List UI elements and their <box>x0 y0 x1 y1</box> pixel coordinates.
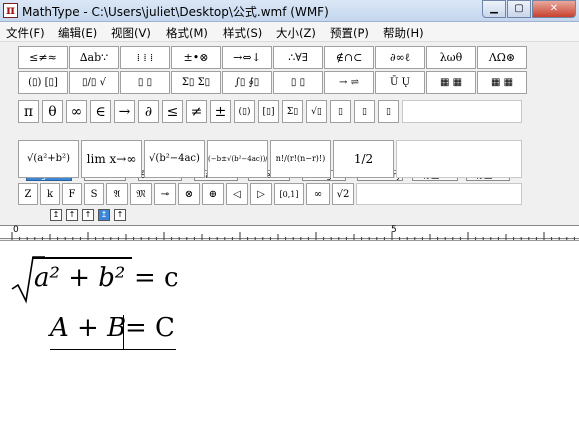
ruler[interactable]: 0 5 <box>0 225 579 240</box>
menu-view[interactable]: 视图(V) <box>111 25 151 41</box>
fraktur-k-button[interactable]: k <box>40 183 60 205</box>
equation-editor-area[interactable]: a² + b² = c A + B = C <box>0 240 579 436</box>
arrow-symbols-palette[interactable]: →⇔↓ <box>222 46 272 69</box>
ruler-label-5: 5 <box>391 225 397 235</box>
equation-1-radicand: a² + b² <box>34 263 126 293</box>
expression-one-half[interactable]: 1/2 <box>333 140 394 178</box>
window-title: MathType - C:\Users\juliet\Desktop\公式.wm… <box>22 5 329 19</box>
ruler-ticks <box>11 232 575 240</box>
right-arrow-button[interactable]: → <box>114 100 135 123</box>
title-bar: π MathType - C:\Users\juliet\Desktop\公式.… <box>0 0 579 22</box>
sqrt-two-button[interactable]: √2 <box>332 183 354 205</box>
infinity-button[interactable]: ∞ <box>66 100 87 123</box>
less-equal-button[interactable]: ≤ <box>162 100 183 123</box>
tab-stop-decimal-button[interactable]: ↑ <box>114 209 126 221</box>
greek-lowercase-palette[interactable]: λωθ <box>426 46 476 69</box>
parentheses-template-button[interactable]: (▯) <box>234 100 255 123</box>
equation-2-rhs: = C <box>125 313 175 343</box>
element-of-button[interactable]: ∈ <box>90 100 111 123</box>
radical-overbar <box>32 257 132 259</box>
text-cursor <box>123 315 124 349</box>
menu-bar: 文件(F) 编辑(E) 视图(V) 格式(M) 样式(S) 大小(Z) 预置(P… <box>0 22 579 42</box>
maximize-button[interactable]: ▢ <box>507 0 531 18</box>
summation-template-button[interactable]: Σ▯ <box>282 100 303 123</box>
fraktur-m-button[interactable]: 𝔐 <box>130 183 152 205</box>
greek-uppercase-palette[interactable]: ΛΩ⊛ <box>477 46 527 69</box>
expression-combination[interactable]: n!/(r!(n−r)!) <box>270 140 331 178</box>
row3-empty-slots <box>402 100 522 123</box>
superscript-template-button[interactable]: ▯ <box>330 100 351 123</box>
expression-limit[interactable]: lim x→∞ <box>81 140 142 178</box>
radical-template-button[interactable]: √▯ <box>306 100 327 123</box>
script-s-button[interactable]: S <box>84 183 104 205</box>
ruler-label-0: 0 <box>13 225 19 235</box>
minimize-button[interactable]: ▁ <box>482 0 506 18</box>
misc-symbols-palette[interactable]: ∂∞ℓ <box>375 46 425 69</box>
subscript-superscript-templates-palette[interactable]: ▯ ▯ <box>120 71 170 94</box>
underbar-overbar-templates-palette[interactable]: ▯ ▯ <box>273 71 323 94</box>
circled-plus-button[interactable]: ⊕ <box>202 183 224 205</box>
relational-symbols-palette[interactable]: ≤≠≈ <box>18 46 68 69</box>
matrix-templates-palette[interactable]: ▦ ▦ <box>426 71 476 94</box>
equation-2: A + B = C <box>50 309 180 353</box>
expression-quadratic-formula[interactable]: (−b±√(b²−4ac))/2a <box>207 140 268 178</box>
expression-pythagorean[interactable]: √(a²+b²) <box>18 140 79 178</box>
fraktur-a-button[interactable]: 𝔄 <box>106 183 128 205</box>
operator-symbols-palette[interactable]: ±•⊗ <box>171 46 221 69</box>
menu-format[interactable]: 格式(M) <box>166 25 208 41</box>
labeled-arrow-templates-palette[interactable]: → ⇌ <box>324 71 374 94</box>
subscript-template-button[interactable]: ▯ <box>354 100 375 123</box>
fraction-radical-templates-palette[interactable]: ▯/▯ √ <box>69 71 119 94</box>
menu-style[interactable]: 样式(S) <box>223 25 262 41</box>
plus-minus-button[interactable]: ± <box>210 100 231 123</box>
multimap-button[interactable]: ⊸ <box>154 183 176 205</box>
tab-stop-right-button[interactable]: ↑ <box>82 209 94 221</box>
row5-empty-slots <box>356 183 522 205</box>
row4-empty-slots <box>396 140 522 178</box>
equation-2-lhs: A + B <box>50 313 127 343</box>
left-triangle-button[interactable]: ◁ <box>226 183 248 205</box>
sub-superscript-template-button[interactable]: ▯ <box>378 100 399 123</box>
not-equal-button[interactable]: ≠ <box>186 100 207 123</box>
circled-times-button[interactable]: ⊗ <box>178 183 200 205</box>
integers-set-button[interactable]: Z <box>18 183 38 205</box>
right-triangle-button[interactable]: ▷ <box>250 183 272 205</box>
set-theory-symbols-palette[interactable]: ∉∩⊂ <box>324 46 374 69</box>
logical-symbols-palette[interactable]: ∴∀∃ <box>273 46 323 69</box>
spaces-ellipses-palette[interactable]: ∆ab∵ <box>69 46 119 69</box>
menu-help[interactable]: 帮助(H) <box>383 25 424 41</box>
equation-1: a² + b² = c <box>10 255 200 305</box>
theta-button[interactable]: θ <box>42 100 63 123</box>
menu-edit[interactable]: 编辑(E) <box>58 25 97 41</box>
tab-stop-center-button[interactable]: ↑ <box>66 209 78 221</box>
brackets-template-button[interactable]: [▯] <box>258 100 279 123</box>
closed-interval-button[interactable]: [0,1] <box>274 183 304 205</box>
pi-button[interactable]: π <box>18 100 39 123</box>
menu-file[interactable]: 文件(F) <box>6 25 45 41</box>
toolbar-area: ≤≠≈ ∆ab∵ ⁞ ⁞ ⁞ ±•⊗ →⇔↓ ∴∀∃ ∉∩⊂ ∂∞ℓ λωθ Λ… <box>0 42 579 225</box>
close-button[interactable]: ✕ <box>532 0 576 18</box>
products-set-templates-palette[interactable]: Ū Ų <box>375 71 425 94</box>
tab-stop-left-button[interactable]: ↥ <box>50 209 62 221</box>
script-f-button[interactable]: F <box>62 183 82 205</box>
menu-preferences[interactable]: 预置(P) <box>330 25 369 41</box>
integral-templates-palette[interactable]: ∫▯ ∮▯ <box>222 71 272 94</box>
embellishments-palette[interactable]: ⁞ ⁞ ⁞ <box>120 46 170 69</box>
mathtype-app-icon[interactable]: π <box>3 3 18 18</box>
infinity-small-button[interactable]: ∞ <box>306 183 330 205</box>
menu-size[interactable]: 大小(Z) <box>276 25 316 41</box>
summation-templates-palette[interactable]: Σ▯ Σ▯ <box>171 71 221 94</box>
tab-stop-relation-button[interactable]: ↥ <box>98 209 110 221</box>
expression-discriminant[interactable]: √(b²−4ac) <box>144 140 205 178</box>
partial-button[interactable]: ∂ <box>138 100 159 123</box>
equation-1-rhs: = c <box>134 263 179 293</box>
fence-templates-palette[interactable]: (▯) [▯] <box>18 71 68 94</box>
equation-2-underline <box>50 349 176 350</box>
matrix-templates-palette-2[interactable]: ▦ ▦ <box>477 71 527 94</box>
